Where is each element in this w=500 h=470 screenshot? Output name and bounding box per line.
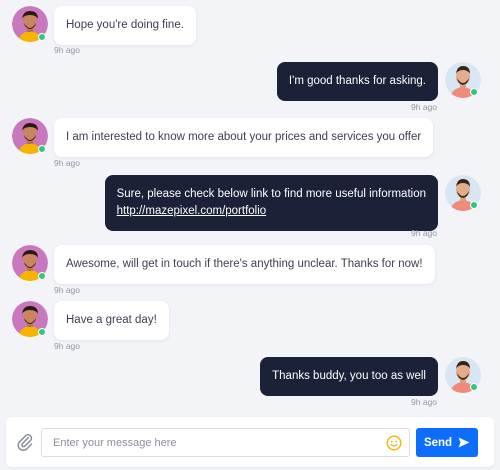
message-incoming: Hope you're doing fine. 9h ago — [0, 0, 500, 60]
message-outgoing: Thanks buddy, you too as well 9h ago — [0, 353, 500, 411]
message-text: Sure, please check below link to find mo… — [116, 188, 426, 200]
message-outgoing: Sure, please check below link to find mo… — [0, 170, 500, 242]
message-bubble: I'm good thanks for asking. — [276, 62, 438, 101]
online-status-dot — [38, 328, 46, 336]
online-status-dot — [470, 201, 478, 209]
message-timestamp: 9h ago — [411, 228, 437, 238]
message-incoming: Have a great day! 9h ago — [0, 297, 500, 352]
paper-plane-icon — [458, 437, 470, 448]
portfolio-link[interactable]: http://mazepixel.com/portfolio — [117, 205, 267, 217]
online-status-dot — [470, 88, 478, 96]
message-incoming: Awesome, will get in touch if there's an… — [0, 241, 500, 296]
chat-window: Hope you're doing fine. 9h ago I'm good … — [0, 0, 500, 470]
message-bubble: Thanks buddy, you too as well — [260, 357, 438, 396]
message-timestamp: 9h ago — [54, 285, 80, 295]
message-text: Thanks buddy, you too as well — [272, 370, 426, 382]
message-timestamp: 9h ago — [411, 102, 437, 112]
online-status-dot — [38, 145, 46, 153]
message-composer: Send — [6, 417, 494, 467]
paperclip-icon[interactable] — [16, 432, 34, 452]
send-button[interactable]: Send — [416, 428, 478, 457]
message-text: Have a great day! — [66, 314, 157, 326]
message-text: Awesome, will get in touch if there's an… — [66, 258, 423, 270]
message-bubble: Sure, please check below link to find mo… — [104, 175, 438, 231]
message-timestamp: 9h ago — [411, 397, 437, 407]
message-timestamp: 9h ago — [54, 45, 80, 55]
message-input[interactable] — [42, 429, 372, 456]
message-text: I am interested to know more about your … — [66, 131, 422, 143]
online-status-dot — [38, 33, 46, 41]
message-bubble: Hope you're doing fine. — [54, 6, 196, 45]
message-incoming: I am interested to know more about your … — [0, 114, 500, 169]
online-status-dot — [38, 272, 46, 280]
message-bubble: I am interested to know more about your … — [54, 118, 434, 157]
message-timestamp: 9h ago — [54, 341, 80, 351]
message-input-field — [41, 428, 410, 457]
message-text: Hope you're doing fine. — [66, 19, 184, 31]
smiley-icon[interactable] — [386, 435, 402, 451]
message-bubble: Have a great day! — [54, 301, 169, 340]
message-outgoing: I'm good thanks for asking. 9h ago — [0, 58, 500, 113]
message-bubble: Awesome, will get in touch if there's an… — [54, 245, 435, 284]
online-status-dot — [470, 383, 478, 391]
send-button-label: Send — [423, 436, 453, 449]
message-text: I'm good thanks for asking. — [288, 75, 426, 87]
message-timestamp: 9h ago — [54, 158, 80, 168]
